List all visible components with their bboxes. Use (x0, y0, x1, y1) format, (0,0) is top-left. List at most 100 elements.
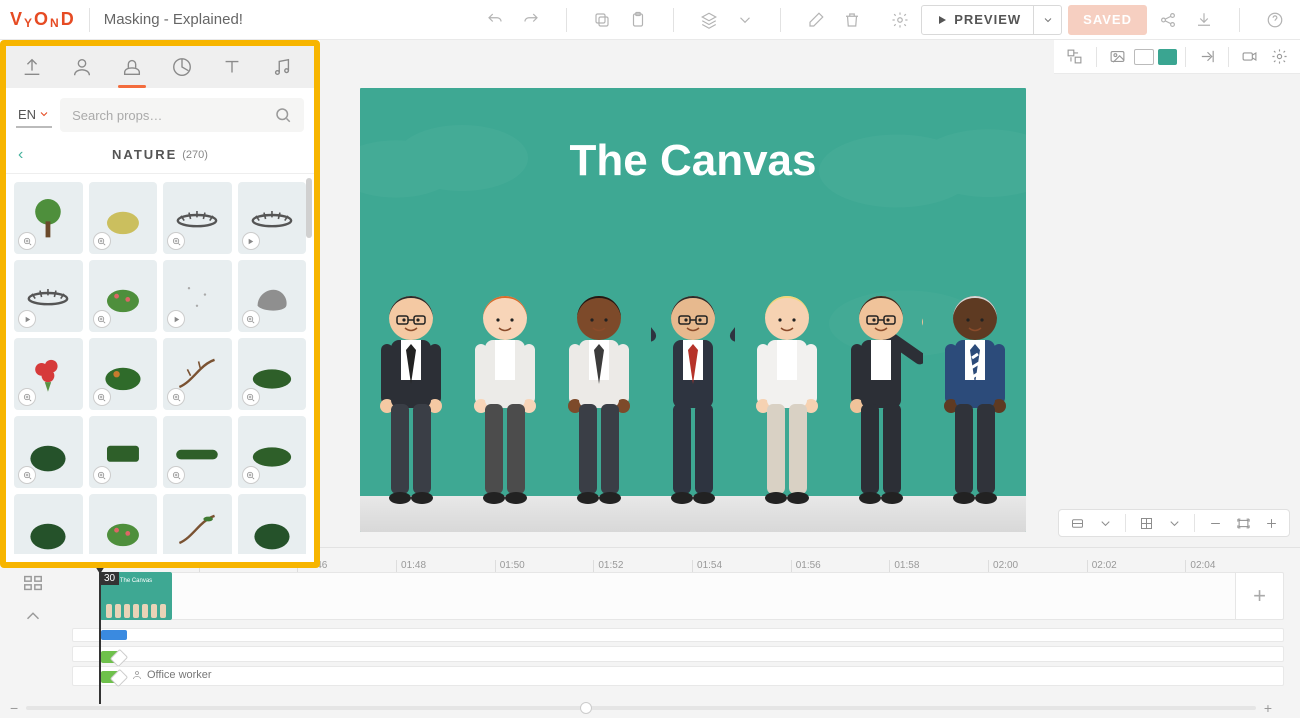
canvas[interactable]: The Canvas (360, 88, 1026, 532)
prop-item[interactable] (238, 338, 307, 410)
character-tab[interactable] (66, 46, 98, 88)
play-icon[interactable] (18, 310, 36, 328)
prop-item[interactable] (89, 338, 158, 410)
zoom-minus[interactable]: − (10, 700, 18, 716)
zoom-out-icon[interactable] (1203, 513, 1227, 533)
zoom-icon[interactable] (93, 310, 111, 328)
actor-track[interactable]: Office worker (72, 666, 1284, 686)
audio-clip[interactable] (101, 630, 127, 640)
upload-tab[interactable] (16, 46, 48, 88)
chevron-down-icon[interactable] (1162, 513, 1186, 533)
download-icon[interactable] (1189, 5, 1219, 35)
prop-item[interactable] (163, 494, 232, 554)
zoom-icon[interactable] (93, 388, 111, 406)
chevron-down-icon[interactable] (730, 5, 760, 35)
character[interactable] (651, 272, 735, 532)
character[interactable] (839, 272, 923, 532)
language-select[interactable]: EN (16, 103, 52, 128)
layers-icon[interactable] (694, 5, 724, 35)
zoom-icon[interactable] (18, 466, 36, 484)
prop-tab[interactable] (116, 46, 148, 88)
camera-icon[interactable] (1237, 44, 1263, 70)
prop-item[interactable] (163, 416, 232, 488)
character[interactable] (933, 272, 1017, 532)
prop-item[interactable] (163, 260, 232, 332)
zoom-icon[interactable] (18, 388, 36, 406)
zoom-icon[interactable] (18, 232, 36, 250)
paste-icon[interactable] (623, 5, 653, 35)
scene-duration-bar[interactable] (172, 572, 1236, 620)
prop-item[interactable] (163, 338, 232, 410)
redo-icon[interactable] (516, 5, 546, 35)
eraser-icon[interactable] (801, 5, 831, 35)
character[interactable] (557, 272, 641, 532)
replace-icon[interactable] (1062, 44, 1088, 70)
project-title[interactable]: Masking - Explained! (104, 11, 243, 28)
prop-item[interactable] (14, 338, 83, 410)
prop-item[interactable] (14, 260, 83, 332)
audio-tab[interactable] (266, 46, 298, 88)
prop-item[interactable] (238, 416, 307, 488)
search-icon[interactable] (274, 106, 292, 124)
copy-icon[interactable] (587, 5, 617, 35)
search-input[interactable] (72, 108, 274, 123)
prop-item[interactable] (89, 416, 158, 488)
scenes-icon[interactable] (22, 572, 44, 599)
view-mode-icon[interactable] (1065, 513, 1089, 533)
prop-item[interactable] (89, 494, 158, 554)
prop-item[interactable] (14, 494, 83, 554)
enter-icon[interactable] (1194, 44, 1220, 70)
bg-color-white[interactable] (1134, 49, 1154, 65)
chevron-down-icon[interactable] (1093, 513, 1117, 533)
zoom-icon[interactable] (93, 232, 111, 250)
character[interactable] (463, 272, 547, 532)
prop-item[interactable] (14, 416, 83, 488)
prop-item[interactable] (89, 182, 158, 254)
zoom-icon[interactable] (93, 466, 111, 484)
zoom-icon[interactable] (242, 466, 260, 484)
motion-clip[interactable] (101, 651, 119, 663)
zoom-icon[interactable] (167, 466, 185, 484)
motion-clip[interactable] (101, 671, 119, 683)
bg-color-teal[interactable] (1158, 49, 1178, 65)
play-icon[interactable] (242, 232, 260, 250)
motion-track[interactable] (72, 646, 1284, 662)
image-icon[interactable] (1105, 44, 1131, 70)
prop-item[interactable] (14, 182, 83, 254)
zoom-icon[interactable] (242, 388, 260, 406)
add-scene-button[interactable]: + (1236, 572, 1284, 620)
help-icon[interactable] (1260, 5, 1290, 35)
prop-item[interactable] (89, 260, 158, 332)
text-tab[interactable] (216, 46, 248, 88)
zoom-icon[interactable] (242, 310, 260, 328)
grid-icon[interactable] (1134, 513, 1158, 533)
prop-item[interactable] (238, 260, 307, 332)
play-icon[interactable] (167, 310, 185, 328)
fit-icon[interactable] (1231, 513, 1255, 533)
zoom-icon[interactable] (167, 232, 185, 250)
library-scrollbar[interactable] (306, 178, 312, 238)
audio-track[interactable] (72, 628, 1284, 642)
character[interactable] (369, 272, 453, 532)
share-icon[interactable] (1153, 5, 1183, 35)
gear-icon[interactable] (1266, 44, 1292, 70)
prop-item[interactable] (163, 182, 232, 254)
preview-button[interactable]: PREVIEW (921, 5, 1062, 35)
settings-icon[interactable] (885, 5, 915, 35)
collapse-icon[interactable] (22, 605, 44, 632)
zoom-in-icon[interactable] (1259, 513, 1283, 533)
prop-item[interactable] (238, 494, 307, 554)
preview-dropdown-icon[interactable] (1033, 6, 1061, 34)
prop-item[interactable] (238, 182, 307, 254)
character[interactable] (745, 272, 829, 532)
zoom-plus[interactable]: + (1264, 700, 1272, 716)
trash-icon[interactable] (837, 5, 867, 35)
scene-thumb[interactable]: 30 The Canvas (100, 572, 172, 620)
back-icon[interactable]: ‹ (18, 146, 23, 164)
zoom-bar[interactable] (26, 706, 1256, 710)
zoom-icon[interactable] (167, 388, 185, 406)
chart-tab[interactable] (166, 46, 198, 88)
undo-icon[interactable] (480, 5, 510, 35)
saved-button[interactable]: SAVED (1068, 5, 1147, 35)
zoom-knob[interactable] (580, 702, 592, 714)
